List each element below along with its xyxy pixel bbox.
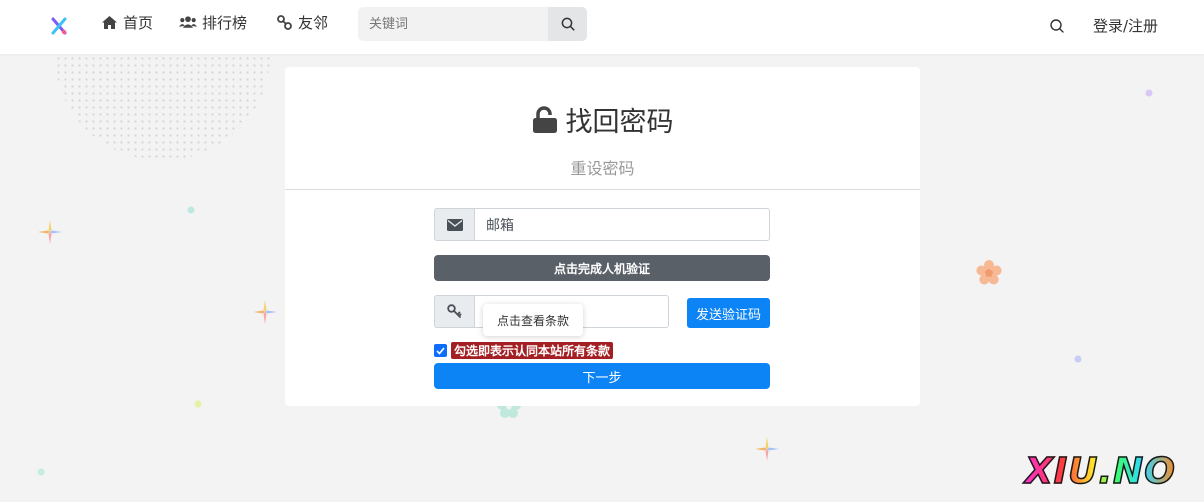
send-code-button[interactable]: 发送验证码 — [687, 298, 770, 328]
next-step-button[interactable]: 下一步 — [434, 363, 770, 389]
email-addon — [434, 208, 474, 241]
divider — [285, 189, 920, 190]
envelope-icon — [446, 218, 463, 231]
check-icon — [436, 346, 445, 355]
password-reset-card: 找回密码 重设密码 邮箱 点击完成人机验证 发送验证码 点击查看条款 勾选即表示… — [285, 67, 920, 406]
key-icon — [447, 304, 462, 318]
terms-checkbox[interactable] — [434, 344, 447, 357]
terms-tooltip: 点击查看条款 — [483, 304, 583, 336]
watermark-logo: XIU.NO — [1024, 450, 1176, 493]
key-addon — [434, 295, 474, 328]
email-input-group: 邮箱 — [434, 208, 770, 241]
page-title: 找回密码 — [285, 100, 920, 139]
terms-label[interactable]: 勾选即表示认同本站所有条款 — [451, 342, 614, 359]
captcha-button[interactable]: 点击完成人机验证 — [434, 255, 770, 281]
page-subtitle: 重设密码 — [570, 159, 635, 178]
email-field[interactable]: 邮箱 — [474, 208, 770, 241]
unlock-icon — [532, 105, 557, 133]
page-title-text: 找回密码 — [565, 107, 674, 138]
